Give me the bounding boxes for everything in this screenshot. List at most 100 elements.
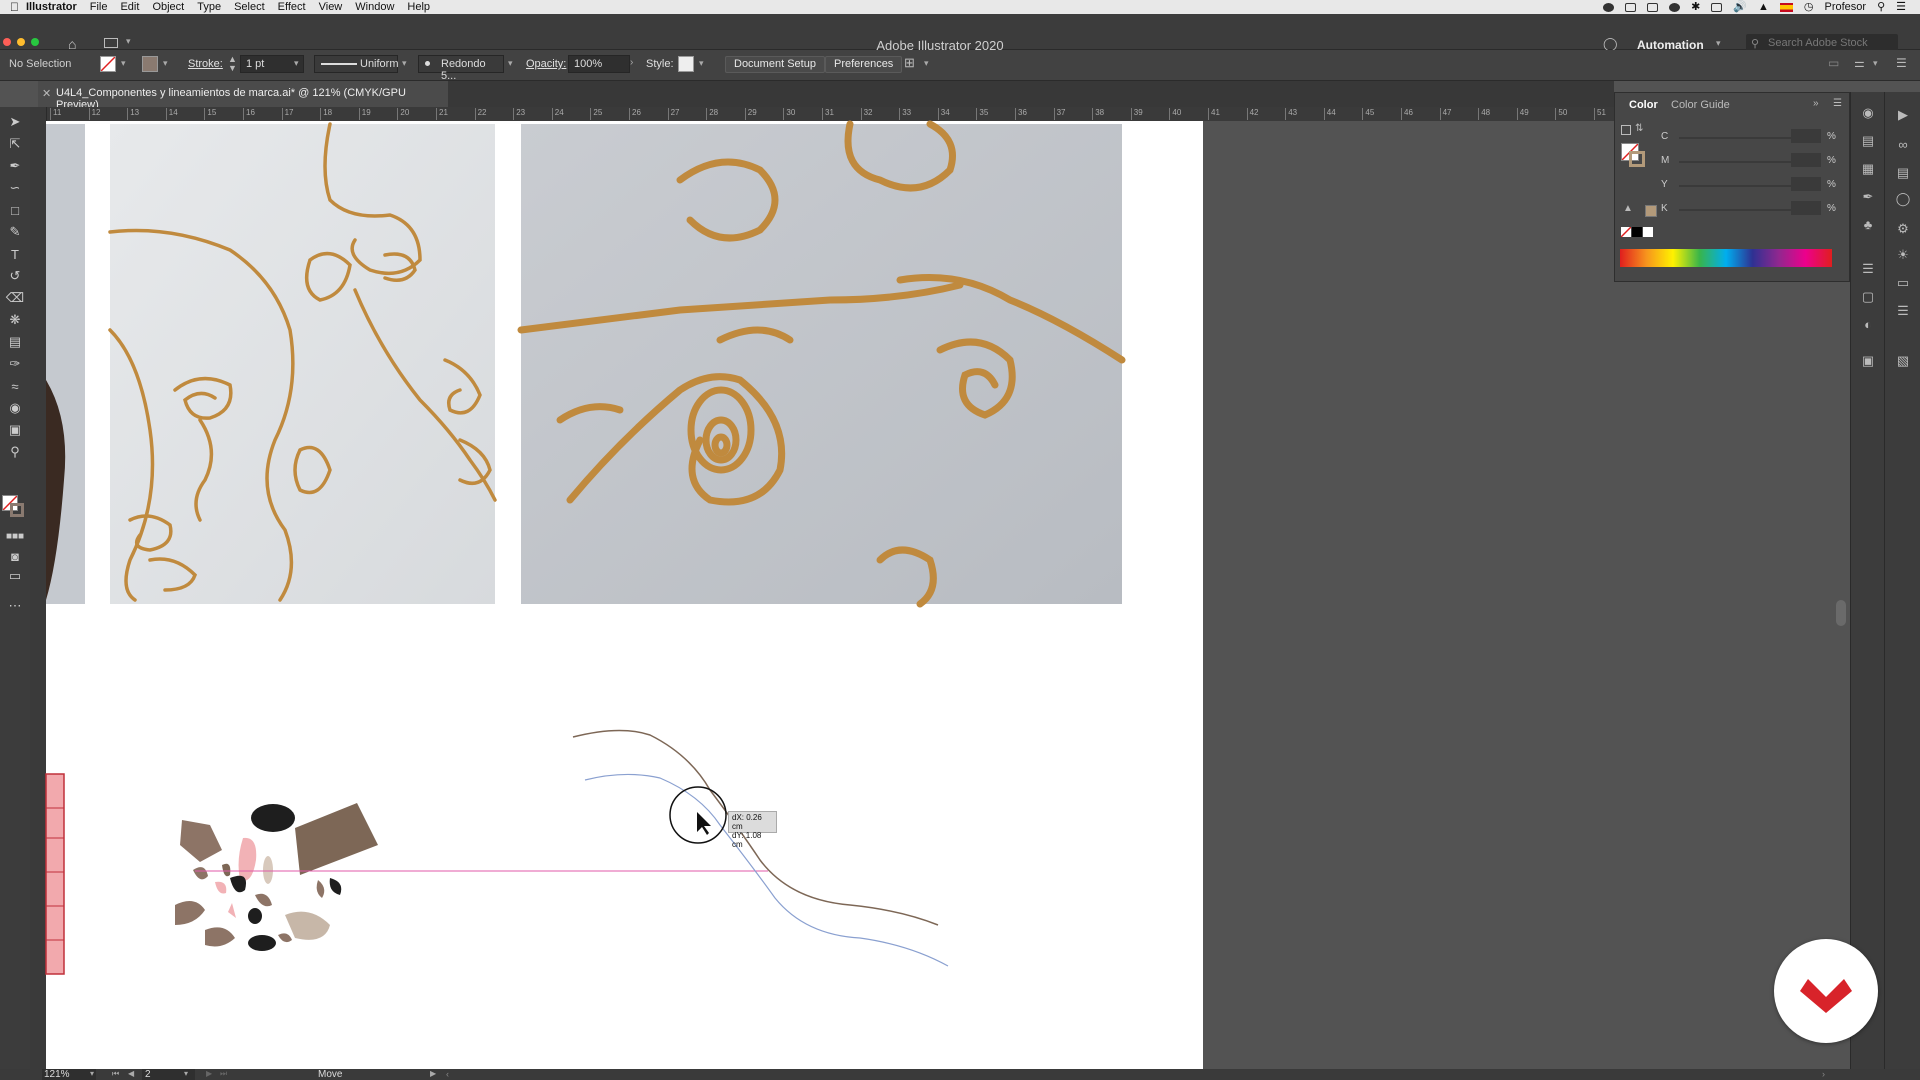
black-swatch[interactable] [1632, 227, 1642, 237]
blue-preview-path[interactable] [584, 773, 949, 967]
ruler-tick-label: 34 [937, 108, 950, 120]
first-artboard-icon[interactable]: ⏮ [112, 1069, 119, 1079]
ruler-tick-label: 40 [1169, 108, 1181, 120]
next-artboard-icon[interactable]: ▶ [206, 1069, 212, 1078]
info-icon[interactable]: ◯ [1895, 192, 1911, 206]
terrazzo-shapes-group[interactable] [175, 803, 378, 951]
zoom-chevron-icon[interactable]: ▾ [90, 1069, 94, 1078]
ruler-tick-label: 17 [281, 108, 294, 120]
panel-dock-2: ▶ ∞ ▤ ◯ ⚙ ☀ ▭ ☰ ▧ [1884, 92, 1920, 1073]
previous-artboard-icon[interactable]: ◀ [128, 1069, 134, 1078]
ruler-tick-label: 36 [1015, 108, 1027, 120]
actions-icon[interactable]: ▶ [1895, 108, 1911, 122]
ruler-tick-label: 14 [165, 108, 178, 120]
graphic-styles-icon[interactable]: ☀ [1895, 248, 1911, 262]
ruler-tick-label: 42 [1246, 108, 1259, 120]
ruler-tick-label: 50 [1555, 108, 1567, 120]
ruler-tick-label: 21 [436, 108, 448, 120]
tooltip-dy: dY: 1.08 cm [732, 831, 762, 849]
color-panel: Color Color Guide » ☰ ⇅ C% M% Y% K% ▲ [1614, 92, 1850, 282]
current-tool-status: Move [318, 1069, 343, 1080]
pink-guide-strip[interactable] [45, 773, 65, 975]
default-colors-icon[interactable] [1621, 125, 1631, 135]
ruler-tick-label: 33 [899, 108, 911, 120]
asset-export-icon[interactable]: ▧ [1895, 354, 1911, 368]
gradient-panel-icon[interactable]: ▢ [1860, 290, 1876, 304]
artboards-icon[interactable]: ▭ [1895, 276, 1911, 290]
move-tooltip: dX: 0.26 cm dY: 1.08 cm [728, 811, 777, 849]
yellow-slider[interactable]: Y% [1661, 177, 1841, 193]
ruler-tick-label: 13 [127, 108, 139, 120]
panel-stroke-swatch[interactable] [1629, 151, 1645, 167]
export-icon[interactable]: ▣ [1860, 354, 1876, 368]
scroll-left-icon[interactable]: ‹ [446, 1069, 449, 1079]
status-bar: 121% ▾ ⏮ ◀ 2 ▾ ▶ ⏭ Move ▶ ‹ › [0, 1069, 1920, 1080]
transform-panel-icon[interactable]: ▦ [1860, 162, 1876, 176]
ruler-tick-label: 22 [474, 108, 487, 120]
ruler-tick-label: 47 [1439, 108, 1452, 120]
vertical-scroll-thumb[interactable] [1836, 600, 1846, 626]
panel-menu-icon[interactable]: ☰ [1833, 98, 1842, 109]
ruler-tick-label: 46 [1401, 108, 1413, 120]
ruler-tick-label: 12 [88, 108, 101, 120]
wire-face-closeup-photo-image[interactable] [517, 120, 1126, 608]
ruler-tick-label: 18 [320, 108, 332, 120]
layers-icon[interactable]: ☰ [1895, 304, 1911, 318]
magenta-slider[interactable]: M% [1661, 153, 1841, 169]
scroll-right-icon[interactable]: › [1822, 1069, 1825, 1079]
ruler-tick-label: 30 [783, 108, 795, 120]
domestika-logo [1774, 939, 1878, 1043]
links-icon[interactable]: ∞ [1895, 138, 1911, 152]
ruler-tick-label: 26 [629, 108, 641, 120]
transparency-icon[interactable]: ◐ [1860, 318, 1876, 332]
ruler-tick-label: 28 [706, 108, 718, 120]
none-swatch-icon[interactable] [1621, 227, 1631, 237]
ruler-tick-label: 15 [204, 108, 216, 120]
document-info-icon[interactable]: ▤ [1895, 166, 1911, 180]
properties-icon[interactable]: ▤ [1860, 134, 1876, 148]
ruler-tick-label: 43 [1285, 108, 1297, 120]
ruler-tick-label: 11 [50, 108, 61, 120]
last-artboard-icon[interactable]: ⏭ [220, 1069, 227, 1079]
ruler-tick-label: 25 [590, 108, 602, 120]
ruler-tick-label: 35 [976, 108, 988, 120]
appearance-icon[interactable]: ⚙ [1895, 222, 1911, 236]
cyan-slider[interactable]: C% [1661, 129, 1841, 145]
wire-faces-photo-image[interactable] [108, 122, 497, 604]
artboard-chevron-icon[interactable]: ▾ [184, 1069, 188, 1078]
ruler-tick-label: 44 [1323, 108, 1336, 120]
ruler-tick-label: 45 [1362, 108, 1374, 120]
color-spectrum[interactable] [1620, 249, 1832, 267]
partial-photo-image[interactable] [46, 124, 85, 604]
swap-colors-icon[interactable]: ⇅ [1635, 123, 1643, 134]
ruler-tick-label: 39 [1130, 108, 1143, 120]
ruler-tick-label: 49 [1516, 108, 1529, 120]
tab-color-guide[interactable]: Color Guide [1671, 99, 1730, 111]
tooltip-dx: dX: 0.26 cm [732, 813, 762, 831]
symbols-icon[interactable]: ♣ [1860, 218, 1876, 232]
cursor-arrow-icon [697, 812, 711, 835]
last-color-swatch[interactable] [1645, 205, 1657, 217]
stroke-panel-icon[interactable]: ☰ [1860, 262, 1876, 276]
black-slider[interactable]: K% [1661, 201, 1841, 217]
collapse-panel-icon[interactable]: » [1813, 98, 1819, 109]
brushes-icon[interactable]: ✒ [1860, 190, 1876, 204]
ruler-tick-label: 41 [1208, 108, 1220, 120]
ruler-tick-label: 23 [513, 108, 525, 120]
ruler-tick-label: 38 [1092, 108, 1104, 120]
none-black-white-swatches[interactable] [1621, 227, 1655, 239]
ruler-tick-label: 27 [667, 108, 680, 120]
logo-mark-icon [1800, 979, 1852, 1013]
ruler-tick-label: 24 [551, 108, 564, 120]
ruler-tick-label: 19 [358, 108, 371, 120]
ruler-tick-label: 16 [243, 108, 255, 120]
ruler-tick-label: 20 [397, 108, 409, 120]
white-swatch[interactable] [1643, 227, 1653, 237]
ruler-tick-label: 37 [1053, 108, 1066, 120]
libraries-icon[interactable]: ◉ [1860, 106, 1876, 120]
ruler-tick-label: 48 [1478, 108, 1490, 120]
status-menu-icon[interactable]: ▶ [430, 1069, 436, 1078]
zoom-level[interactable]: 121% [42, 1069, 96, 1080]
out-of-gamut-icon[interactable]: ▲ [1623, 203, 1633, 214]
tab-color[interactable]: Color [1629, 99, 1658, 111]
